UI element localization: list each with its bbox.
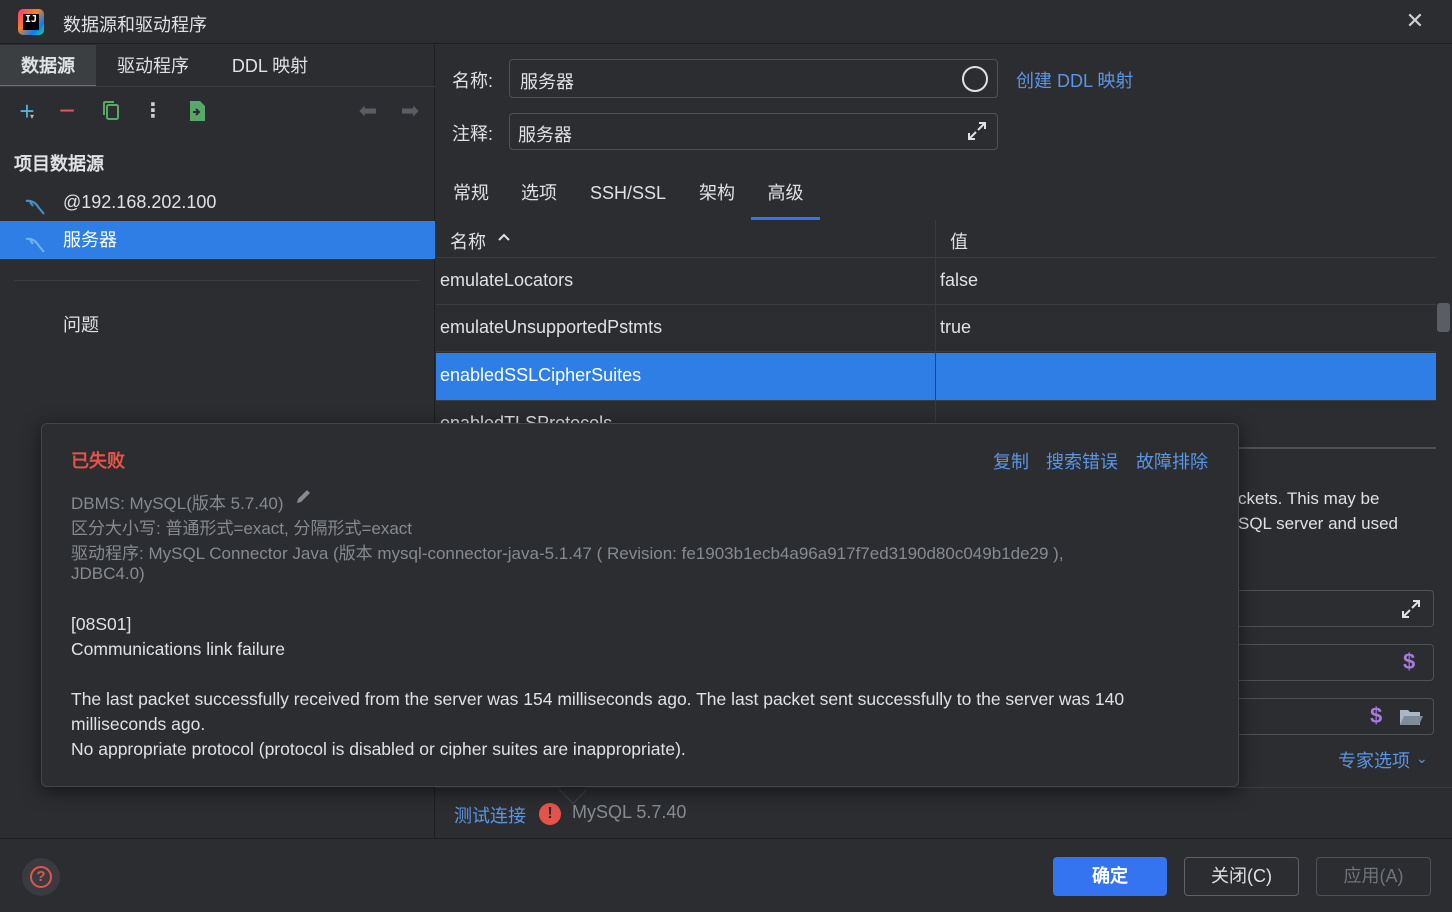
error-code: [08S01] [71, 614, 132, 634]
create-ddl-mapping-link[interactable]: 创建 DDL 映射 [1016, 67, 1133, 93]
project-datasources-heading: 项目数据源 [14, 154, 104, 174]
forward-arrow-icon[interactable]: ➡ [397, 98, 423, 124]
tab-advanced[interactable]: 高级 [751, 172, 820, 220]
tab-ssh-ssl[interactable]: SSH/SSL [578, 172, 678, 220]
variable-dollar-icon[interactable]: $ [1403, 649, 1415, 675]
tab-drivers[interactable]: 驱动程序 [100, 45, 206, 87]
expert-options-toggle[interactable]: 专家选项 [1338, 747, 1410, 773]
description-line: ckets. This may be [1238, 489, 1380, 508]
back-arrow-icon[interactable]: ⬅ [355, 98, 381, 124]
chevron-down-icon[interactable]: ⌄ [1416, 750, 1428, 767]
troubleshoot-link[interactable]: 故障排除 [1136, 448, 1208, 474]
table-row-selected[interactable]: enabledSSLCipherSuites [436, 353, 1436, 401]
folder-icon[interactable] [1398, 706, 1424, 728]
property-name: enabledSSLCipherSuites [440, 365, 642, 385]
jdbc-info: JDBC4.0) [71, 564, 145, 583]
property-description: ckets. This may be SQL server and used [1238, 486, 1448, 536]
datasource-label: 服务器 [63, 230, 117, 250]
status-divider [435, 787, 1452, 788]
variable-dollar-icon[interactable]: $ [1370, 703, 1382, 729]
property-value[interactable]: true [940, 317, 971, 338]
sort-ascending-icon[interactable] [496, 229, 512, 245]
name-input[interactable]: 服务器 [509, 59, 998, 98]
expand-icon[interactable] [1398, 596, 1424, 622]
table-row[interactable]: emulateLocators false [436, 258, 1436, 305]
mysql-dolphin-icon [24, 192, 48, 215]
expand-icon[interactable] [964, 118, 990, 144]
error-message-line: milliseconds ago. [71, 714, 206, 734]
property-value[interactable]: false [940, 270, 978, 291]
copy-link[interactable]: 复制 [993, 448, 1029, 474]
property-name: emulateLocators [440, 270, 574, 290]
table-scrollbar[interactable] [1437, 303, 1450, 332]
datasource-item-selected[interactable]: 服务器 [0, 221, 435, 259]
tab-data-sources[interactable]: 数据源 [0, 45, 96, 87]
property-name: emulateUnsupportedPstmts [440, 317, 663, 337]
driver-info: 驱动程序: MySQL Connector Java (版本 mysql-con… [71, 544, 1064, 563]
tab-general[interactable]: 常规 [440, 172, 502, 220]
error-popup [41, 423, 1239, 787]
db-version-label: MySQL 5.7.40 [572, 802, 687, 822]
mysql-dolphin-icon [24, 230, 48, 253]
table-bottom-border [1238, 447, 1436, 449]
tabs-divider [0, 86, 435, 87]
test-connection-link[interactable]: 测试连接 [454, 802, 526, 828]
dbms-info: DBMS: MySQL(版本 5.7.40) [71, 494, 284, 513]
color-picker-icon[interactable] [962, 66, 988, 92]
error-message-line: The last packet successfully received fr… [71, 689, 1125, 709]
error-title: 已失败 [71, 451, 125, 471]
window-title: 数据源和驱动程序 [63, 15, 207, 35]
export-icon[interactable] [184, 98, 210, 124]
add-icon[interactable]: + [14, 98, 40, 124]
apply-button[interactable]: 应用(A) [1316, 857, 1431, 896]
tab-ddl-mappings[interactable]: DDL 映射 [214, 45, 326, 87]
comment-label: 注释: [452, 124, 494, 144]
tab-schemas[interactable]: 架构 [686, 172, 748, 220]
ok-button[interactable]: 确定 [1053, 857, 1167, 896]
error-message-line: No appropriate protocol (protocol is dis… [71, 739, 686, 759]
help-icon[interactable]: ? [30, 866, 52, 888]
close-window-icon[interactable]: ✕ [1402, 8, 1428, 34]
description-line: SQL server and used [1238, 514, 1399, 533]
error-summary: Communications link failure [71, 639, 285, 659]
column-header-value[interactable]: 值 [950, 228, 968, 254]
left-divider [14, 280, 420, 281]
error-icon[interactable]: ! [539, 803, 561, 825]
column-header-name[interactable]: 名称 [450, 228, 486, 254]
comment-input[interactable]: 服务器 [509, 113, 998, 150]
close-button[interactable]: 关闭(C) [1184, 857, 1299, 896]
intellij-logo-icon: IJ [18, 9, 44, 35]
tab-options[interactable]: 选项 [508, 172, 570, 220]
problems-item[interactable]: 问题 [63, 311, 99, 337]
search-error-link[interactable]: 搜索错误 [1046, 448, 1118, 474]
table-header: 名称 值 [436, 220, 1436, 258]
duplicate-icon[interactable] [98, 98, 124, 124]
datasource-item[interactable]: @192.168.202.100 [0, 183, 435, 221]
more-options-icon[interactable]: ⋮ [140, 98, 166, 124]
pencil-icon[interactable] [294, 486, 314, 506]
remove-icon[interactable]: − [54, 97, 80, 125]
add-dropdown-caret-icon: ▾ [30, 112, 35, 121]
table-row[interactable]: emulateUnsupportedPstmts true [436, 305, 1436, 352]
name-label: 名称: [452, 71, 494, 91]
datasource-label: @192.168.202.100 [63, 192, 217, 212]
title-bar [0, 0, 1452, 44]
case-sensitivity-info: 区分大小写: 普通形式=exact, 分隔形式=exact [71, 519, 413, 538]
